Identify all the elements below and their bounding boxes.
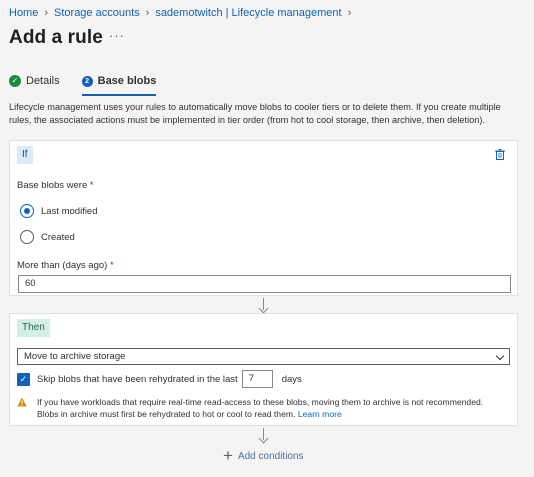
more-options-icon[interactable]: ··· <box>109 28 125 43</box>
required-mark: * <box>109 260 114 271</box>
add-conditions-label: Add conditions <box>237 450 304 462</box>
arrow-down-icon <box>258 433 269 444</box>
breadcrumb-home[interactable]: Home <box>9 7 38 19</box>
chevron-down-icon <box>495 351 505 361</box>
tab-base-blobs[interactable]: 2 Base blobs <box>81 72 157 96</box>
add-conditions-button[interactable]: + Add conditions <box>223 446 304 465</box>
radio-unselected-icon <box>20 230 34 244</box>
tab-base-blobs-label: Base blobs <box>97 75 157 87</box>
radio-last-modified-label: Last modified <box>41 205 98 217</box>
days-ago-label: More than (days ago) * <box>17 260 114 271</box>
breadcrumb-lifecycle-management[interactable]: sademotwitch | Lifecycle management <box>155 7 341 19</box>
warning-icon <box>17 397 27 407</box>
wizard-tabs: ✓ Details 2 Base blobs <box>9 72 178 96</box>
tab-details-label: Details <box>26 75 60 87</box>
action-select[interactable]: Move to archive storage <box>17 348 510 365</box>
page-title: Add a rule <box>9 27 103 48</box>
step-number-badge: 2 <box>81 75 93 87</box>
skip-rehydrated-label: Skip blobs that have been rehydrated in … <box>37 373 238 385</box>
skip-days-input[interactable]: 7 <box>241 370 273 388</box>
plus-icon: + <box>223 446 233 465</box>
page: Home › Storage accounts › sademotwitch |… <box>0 0 534 477</box>
skip-rehydrated-row: ✓ Skip blobs that have been rehydrated i… <box>17 370 302 388</box>
then-action-panel: Then Move to archive storage ✓ Skip blob… <box>9 313 518 426</box>
skip-days-unit: days <box>281 373 302 385</box>
description-text: Lifecycle management uses your rules to … <box>9 102 501 125</box>
base-blobs-label: Base blobs were * <box>17 180 94 191</box>
breadcrumb-storage-accounts[interactable]: Storage accounts <box>54 7 140 19</box>
checkmark-icon: ✓ <box>9 75 21 87</box>
radio-created-label: Created <box>41 231 75 243</box>
days-ago-label-text: More than (days ago) <box>17 260 108 271</box>
learn-more-link[interactable]: Learn more <box>298 409 342 419</box>
archive-warning: If you have workloads that require real-… <box>17 396 507 420</box>
skip-rehydrated-checkbox[interactable]: ✓ <box>17 372 30 386</box>
required-mark: * <box>89 180 94 191</box>
radio-selected-icon <box>20 204 34 218</box>
breadcrumb: Home › Storage accounts › sademotwitch |… <box>9 7 357 19</box>
radio-last-modified[interactable]: Last modified <box>20 204 98 218</box>
chevron-right-icon: › <box>44 7 49 19</box>
chevron-right-icon: › <box>145 7 150 19</box>
radio-created[interactable]: Created <box>20 230 75 244</box>
chevron-right-icon: › <box>347 7 352 19</box>
days-ago-input[interactable]: 60 <box>18 275 511 293</box>
if-condition-panel: If Base blobs were * Last modified Creat… <box>9 140 518 296</box>
action-select-value: Move to archive storage <box>24 351 126 362</box>
trash-icon[interactable] <box>495 149 505 160</box>
base-blobs-label-text: Base blobs were <box>17 180 88 191</box>
arrow-down-icon <box>258 303 269 314</box>
tab-details[interactable]: ✓ Details <box>9 72 60 90</box>
warning-text: If you have workloads that require real-… <box>37 397 484 419</box>
then-badge: Then <box>17 319 50 337</box>
if-badge: If <box>17 146 33 164</box>
